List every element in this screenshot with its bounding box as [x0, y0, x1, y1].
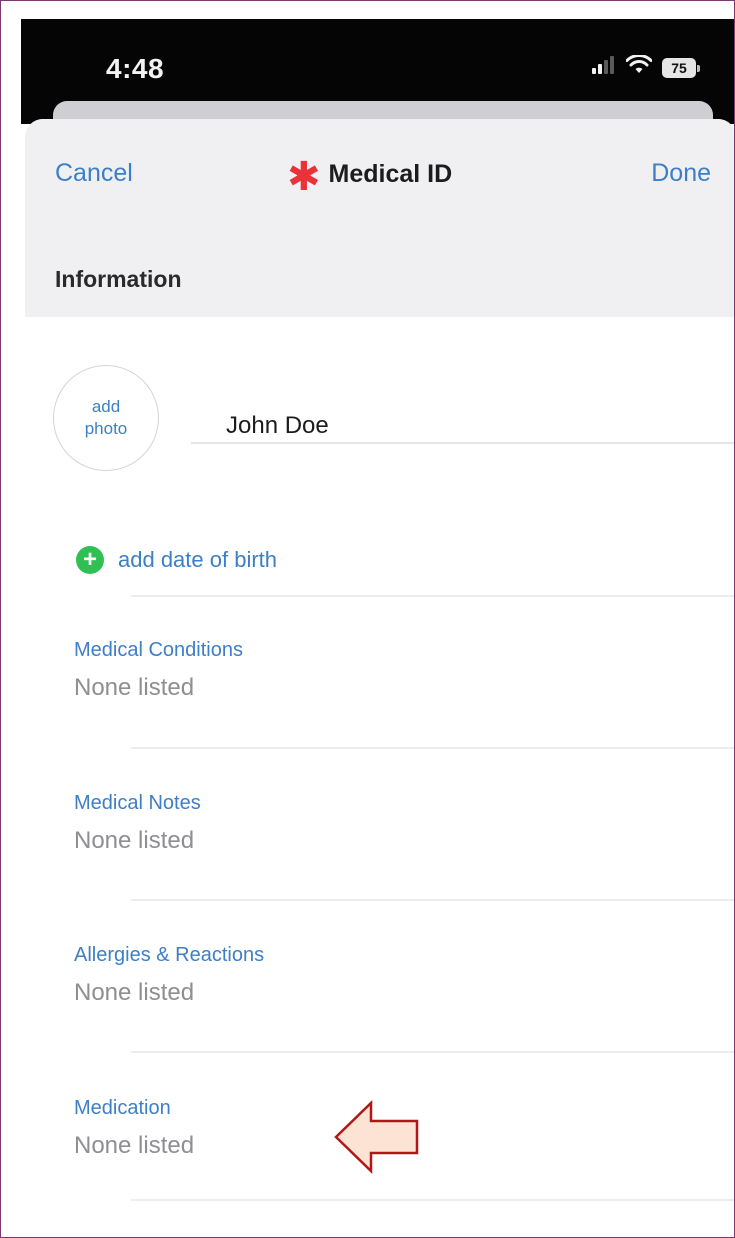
field-medication[interactable]: Medication None listed	[74, 1097, 194, 1160]
phone-screen: 4:48 75 Cancel ✱ Medical ID Done Informa…	[21, 19, 734, 1237]
status-time: 4:48	[106, 53, 165, 84]
add-date-of-birth-label: add date of birth	[118, 547, 278, 572]
add-photo-label-line1: add	[91, 397, 121, 416]
add-date-of-birth-button[interactable]: + add date of birth	[76, 546, 277, 574]
field-value: None listed	[74, 674, 195, 701]
divider	[131, 899, 734, 901]
page-title: ✱ Medical ID	[287, 155, 453, 199]
cancel-button[interactable]: Cancel	[55, 159, 133, 188]
cellular-signal-icon	[592, 56, 616, 79]
name-field[interactable]: John Doe	[226, 412, 329, 440]
sheet-header: Cancel ✱ Medical ID Done Information	[25, 119, 734, 317]
left-arrow-icon	[334, 1100, 419, 1174]
field-label: Allergies & Reactions	[74, 944, 265, 966]
section-title-information: Information	[55, 266, 182, 292]
name-field-underline	[191, 442, 734, 444]
field-medical-conditions[interactable]: Medical Conditions None listed	[74, 639, 243, 702]
field-value: None listed	[74, 979, 195, 1006]
field-allergies-reactions[interactable]: Allergies & Reactions None listed	[74, 944, 264, 1007]
divider	[131, 1199, 734, 1201]
field-label: Medical Notes	[74, 792, 201, 814]
plus-circle-icon: +	[76, 546, 104, 574]
field-medical-notes[interactable]: Medical Notes None listed	[74, 792, 201, 855]
field-value: None listed	[74, 1132, 195, 1159]
status-icons: 75	[592, 54, 700, 80]
add-photo-button[interactable]: add photo	[53, 365, 159, 471]
field-label: Medication	[74, 1097, 171, 1119]
page-title-text: Medical ID	[328, 159, 453, 188]
wifi-icon	[625, 54, 653, 80]
divider	[131, 1051, 734, 1053]
medical-asterisk-icon: ✱	[287, 155, 321, 199]
done-button[interactable]: Done	[651, 159, 711, 188]
divider	[131, 747, 734, 749]
field-label: Medical Conditions	[74, 639, 243, 661]
field-value: None listed	[74, 827, 195, 854]
battery-icon: 75	[662, 57, 700, 78]
add-photo-label-line2: photo	[84, 419, 128, 438]
screenshot-frame: 4:48 75 Cancel ✱ Medical ID Done Informa…	[0, 0, 735, 1238]
divider	[131, 595, 734, 597]
